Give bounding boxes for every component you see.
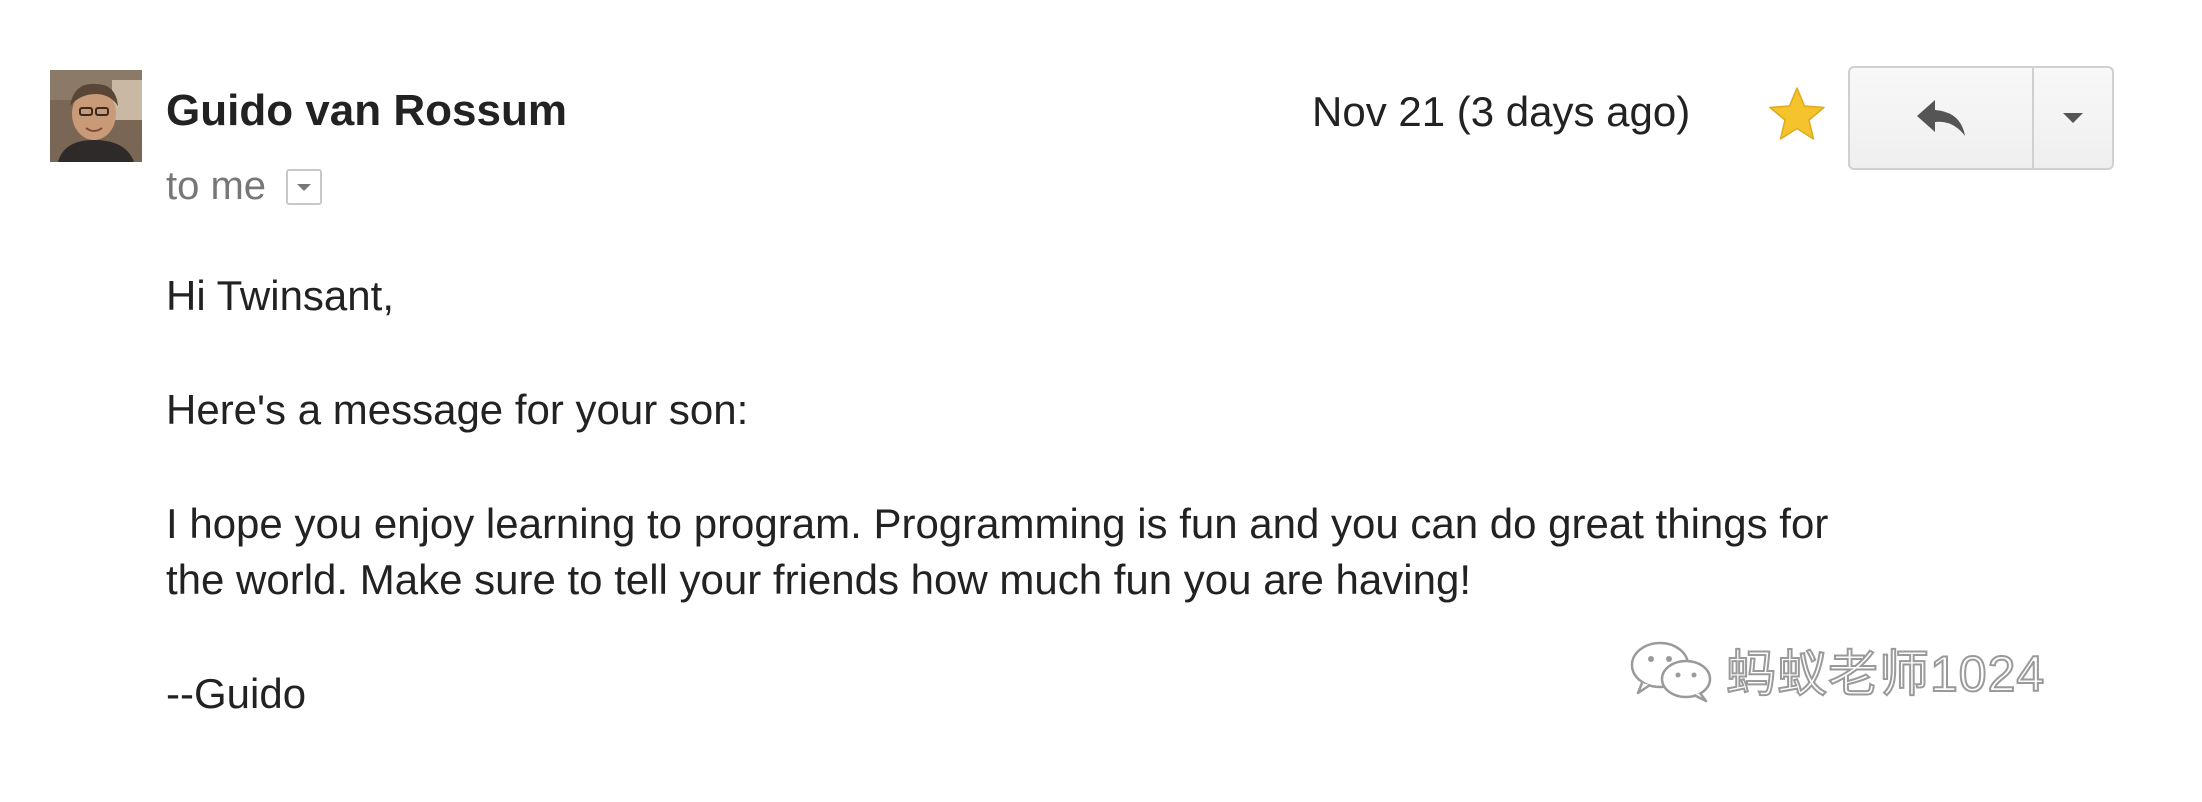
wechat-icon <box>1630 641 1712 703</box>
person-avatar-icon <box>50 70 142 162</box>
email-view: Guido van Rossum to me Nov 21 (3 days ag… <box>0 0 2202 802</box>
body-message-line-1: I hope you enjoy learning to program. Pr… <box>166 500 1829 547</box>
star-icon <box>1769 87 1825 140</box>
reply-button[interactable] <box>1850 68 2034 168</box>
body-signature: --Guido <box>166 670 307 717</box>
sender-avatar[interactable] <box>50 70 142 162</box>
body-intro: Here's a message for your son: <box>166 386 749 433</box>
more-actions-button[interactable] <box>2034 68 2112 168</box>
body-greeting: Hi Twinsant, <box>166 272 394 319</box>
watermark: 蚂蚁老师1024 <box>1628 634 2045 706</box>
star-button[interactable] <box>1766 84 1828 146</box>
show-details-button[interactable] <box>286 168 323 205</box>
message-actions <box>1848 66 2114 170</box>
watermark-text: 蚂蚁老师1024 <box>1725 645 2046 703</box>
body-message-line-2: the world. Make sure to tell your friend… <box>166 556 1471 603</box>
sender-name[interactable]: Guido van Rossum <box>166 86 567 136</box>
caret-down-icon <box>297 183 312 191</box>
recipient-row: to me <box>166 164 323 209</box>
caret-down-icon <box>2063 113 2083 123</box>
recipient-text: to me <box>166 164 267 208</box>
reply-icon <box>1917 100 1965 136</box>
message-date: Nov 21 (3 days ago) <box>1312 88 1691 135</box>
